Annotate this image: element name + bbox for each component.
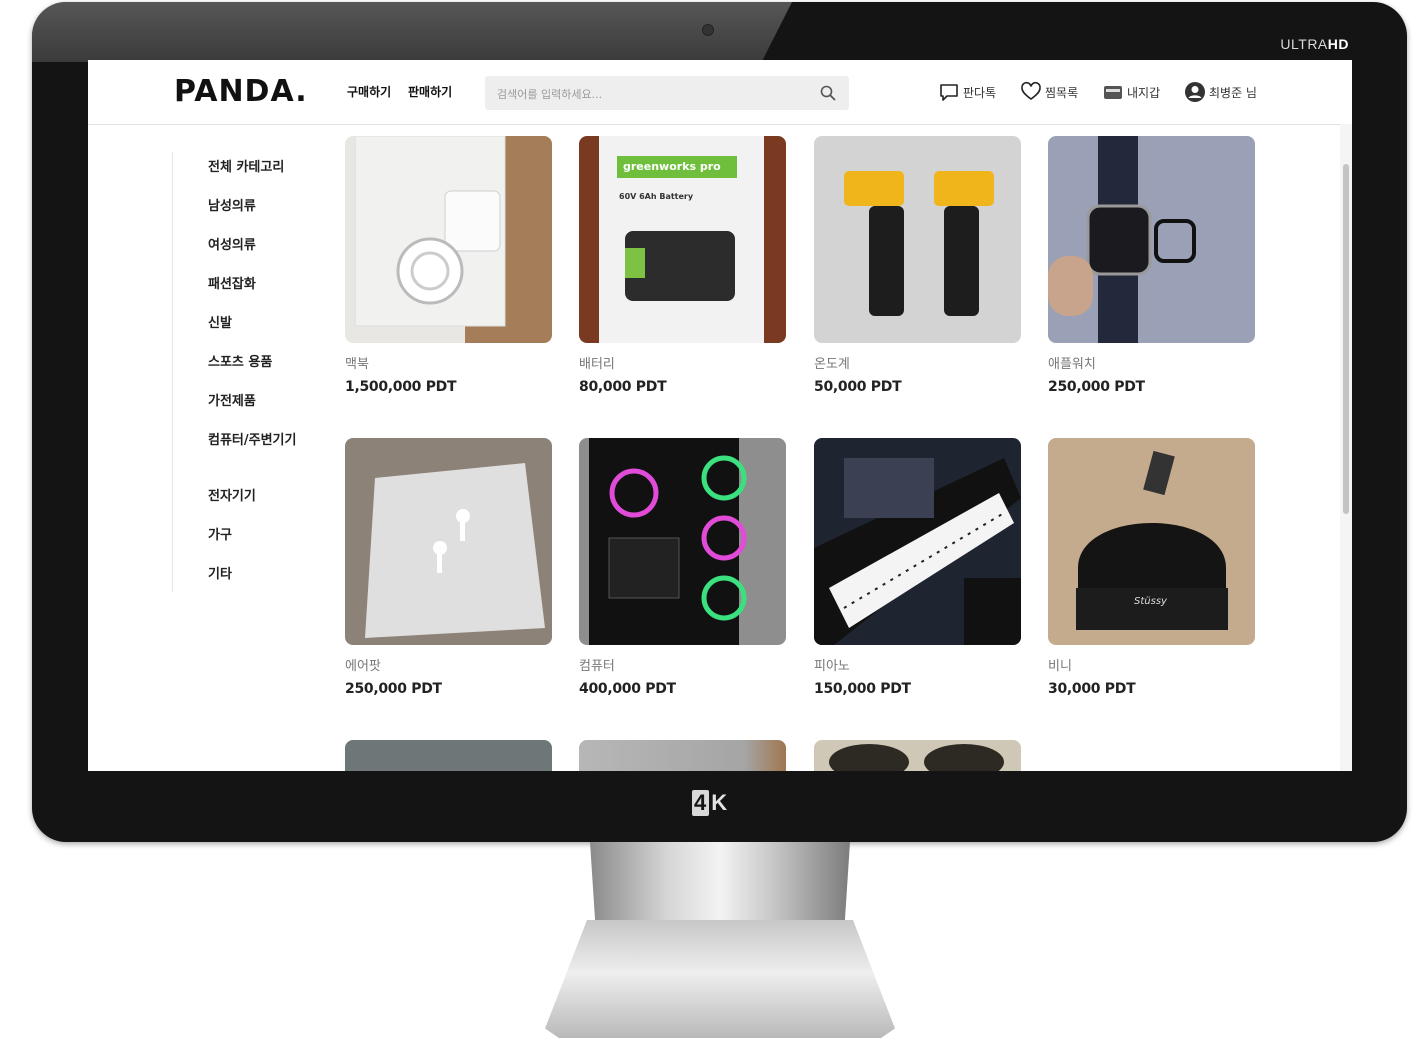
product-name: 컴퓨터 bbox=[579, 659, 615, 674]
beanie-logo-text: Stüssy bbox=[1134, 596, 1167, 607]
product-image bbox=[814, 740, 1021, 771]
product-card[interactable]: 애플워치 250,000 PDT bbox=[1048, 136, 1255, 395]
product-name: 맥북 bbox=[345, 357, 369, 372]
sidebar-item-womens-clothing[interactable]: 여성의류 bbox=[208, 238, 308, 277]
wishlist-button[interactable]: 찜목록 bbox=[1020, 79, 1078, 105]
bezel-reflection bbox=[32, 2, 792, 62]
product-card[interactable]: 피아노 150,000 PDT bbox=[814, 438, 1021, 697]
product-card[interactable] bbox=[814, 740, 1021, 771]
sidebar-item-fashion-accessories[interactable]: 패션잡화 bbox=[208, 277, 308, 316]
user-menu[interactable]: 최병준 님 bbox=[1184, 79, 1257, 105]
chat-icon bbox=[938, 81, 960, 103]
product-name: 배터리 bbox=[579, 357, 615, 372]
product-price: 80,000 PDT bbox=[579, 379, 667, 395]
chat-label: 판다톡 bbox=[963, 85, 997, 100]
sidebar-item-computers[interactable]: 컴퓨터/주변기기 bbox=[208, 433, 300, 489]
4k-badge: 4K bbox=[692, 790, 729, 816]
product-card[interactable]: Stüssy 비니 30,000 PDT bbox=[1048, 438, 1255, 697]
product-card[interactable]: greenworks pro 60V 6Ah Battery 배터리 80,00… bbox=[579, 136, 786, 395]
wallet-button[interactable]: 내지갑 bbox=[1102, 79, 1160, 105]
product-card[interactable] bbox=[345, 740, 552, 771]
product-image: greenworks pro 60V 6Ah Battery bbox=[579, 136, 786, 343]
battery-model-text: 60V 6Ah Battery bbox=[619, 192, 694, 201]
product-image bbox=[814, 136, 1021, 343]
product-image bbox=[814, 438, 1021, 645]
sidebar-divider bbox=[172, 152, 173, 592]
product-name: 애플워치 bbox=[1048, 357, 1096, 372]
screen: PANDA. 구매하기 판매하기 판다톡 찜목록 내지갑 bbox=[88, 60, 1352, 771]
product-name: 온도계 bbox=[814, 357, 850, 372]
logo[interactable]: PANDA. bbox=[174, 74, 308, 109]
product-price: 150,000 PDT bbox=[814, 681, 911, 697]
category-sidebar: 전체 카테고리 남성의류 여성의류 패션잡화 신발 스포츠 용품 가전제품 컴퓨… bbox=[208, 160, 308, 606]
sidebar-item-etc[interactable]: 기타 bbox=[208, 567, 308, 606]
ultrahd-badge: ULTRAHD bbox=[1280, 36, 1349, 52]
product-card[interactable]: 컴퓨터 400,000 PDT bbox=[579, 438, 786, 697]
monitor-stand-neck bbox=[590, 842, 850, 922]
chat-button[interactable]: 판다톡 bbox=[938, 79, 996, 105]
product-image bbox=[1048, 136, 1255, 343]
nav-buy[interactable]: 구매하기 bbox=[347, 83, 391, 100]
search-input[interactable] bbox=[495, 83, 799, 105]
scrollbar-thumb[interactable] bbox=[1343, 164, 1349, 514]
product-image bbox=[579, 438, 786, 645]
wishlist-label: 찜목록 bbox=[1045, 85, 1079, 100]
sidebar-item-all[interactable]: 전체 카테고리 bbox=[208, 160, 308, 199]
scrollbar[interactable] bbox=[1340, 124, 1352, 771]
product-card[interactable] bbox=[579, 740, 786, 771]
product-image bbox=[345, 136, 552, 343]
sidebar-item-sports[interactable]: 스포츠 용품 bbox=[208, 355, 308, 394]
product-image: Stüssy bbox=[1048, 438, 1255, 645]
wallet-icon bbox=[1102, 81, 1124, 103]
user-avatar-icon bbox=[1184, 81, 1206, 103]
header: PANDA. 구매하기 판매하기 판다톡 찜목록 내지갑 bbox=[88, 60, 1352, 125]
product-price: 30,000 PDT bbox=[1048, 681, 1136, 697]
product-price: 50,000 PDT bbox=[814, 379, 902, 395]
sidebar-item-electronics[interactable]: 전자기기 bbox=[208, 489, 308, 528]
product-name: 에어팟 bbox=[345, 659, 381, 674]
product-card[interactable]: 에어팟 250,000 PDT bbox=[345, 438, 552, 697]
product-name: 비니 bbox=[1048, 659, 1072, 674]
product-name: 피아노 bbox=[814, 659, 850, 674]
product-price: 400,000 PDT bbox=[579, 681, 676, 697]
product-price: 1,500,000 PDT bbox=[345, 379, 457, 395]
sidebar-item-appliances[interactable]: 가전제품 bbox=[208, 394, 308, 433]
sidebar-item-shoes[interactable]: 신발 bbox=[208, 316, 308, 355]
product-image bbox=[345, 438, 552, 645]
product-image bbox=[579, 740, 786, 771]
nav-sell[interactable]: 판매하기 bbox=[408, 83, 452, 100]
product-card[interactable]: 온도계 50,000 PDT bbox=[814, 136, 1021, 395]
sidebar-item-furniture[interactable]: 가구 bbox=[208, 528, 308, 567]
product-image bbox=[345, 740, 552, 771]
monitor-stand-base bbox=[545, 920, 895, 1038]
search-bar bbox=[485, 76, 849, 110]
sidebar-item-mens-clothing[interactable]: 남성의류 bbox=[208, 199, 308, 238]
webcam-icon bbox=[702, 24, 714, 36]
wallet-label: 내지갑 bbox=[1127, 85, 1161, 100]
product-price: 250,000 PDT bbox=[1048, 379, 1145, 395]
search-icon[interactable] bbox=[819, 84, 837, 102]
product-price: 250,000 PDT bbox=[345, 681, 442, 697]
battery-brand-text: greenworks pro bbox=[623, 160, 721, 173]
user-name: 최병준 님 bbox=[1209, 85, 1257, 100]
product-card[interactable]: 맥북 1,500,000 PDT bbox=[345, 136, 552, 395]
heart-icon bbox=[1020, 81, 1042, 103]
